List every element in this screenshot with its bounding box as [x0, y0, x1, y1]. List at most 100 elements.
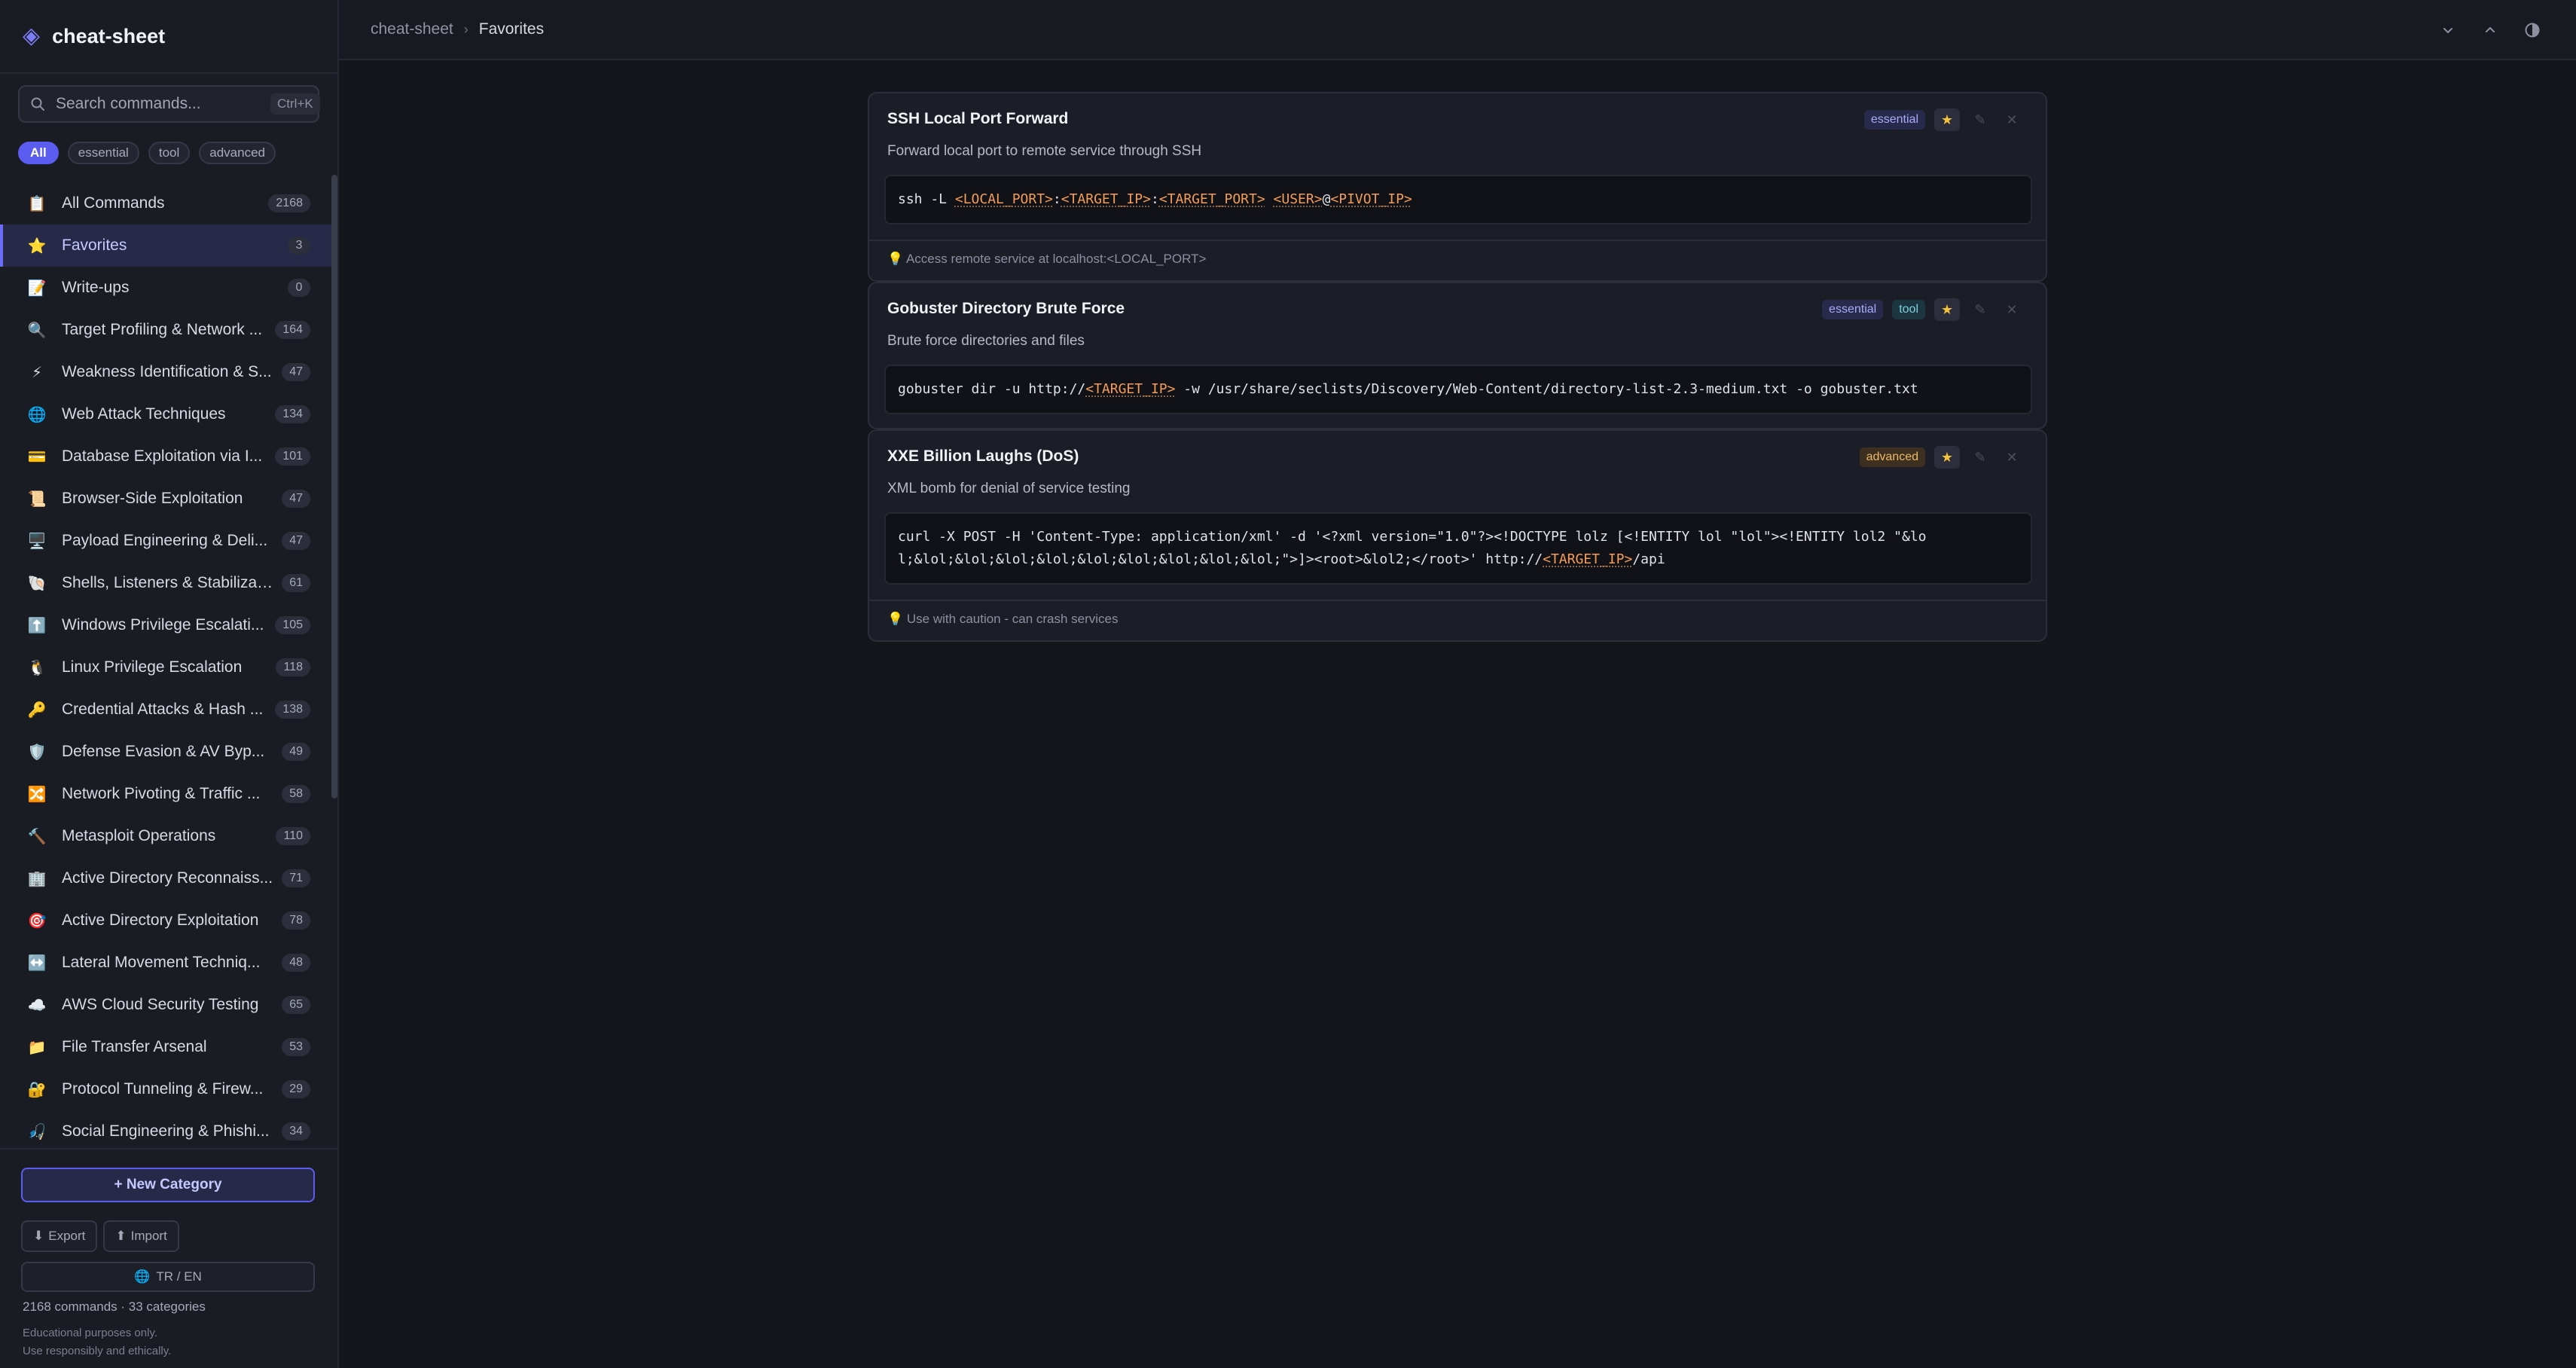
sidebar-item-label: Favorites: [62, 237, 127, 254]
expand-all-button[interactable]: [2434, 17, 2462, 44]
sidebar-item[interactable]: 🏢 Active Directory Reconnaiss... 71: [0, 857, 331, 899]
sidebar-item[interactable]: 🖥️ Payload Engineering & Deli... 47: [0, 520, 331, 562]
sidebar-item[interactable]: 🌐 Web Attack Techniques 134: [0, 393, 331, 435]
command-note: 💡 Use with caution - can crash services: [887, 612, 1119, 627]
import-button[interactable]: ⬆ Import: [103, 1220, 179, 1252]
sidebar-item[interactable]: ⭐ Favorites 3: [0, 224, 331, 267]
sidebar-item[interactable]: ☁️ AWS Cloud Security Testing 65: [0, 984, 331, 1026]
code-placeholder: <TARGET_IP>: [1543, 551, 1633, 567]
favorite-button[interactable]: ★: [1934, 446, 1960, 469]
sidebar-item-label: Credential Attacks & Hash ...: [62, 701, 264, 718]
note-text: Access remote service at localhost:<LOCA…: [905, 252, 1207, 266]
category-icon: 🖥️: [27, 533, 47, 550]
code-placeholder: <TARGET_IP>: [1061, 191, 1151, 207]
sidebar-item[interactable]: 🐚 Shells, Listeners & Stabilizat... 61: [0, 562, 331, 604]
sidebar-item-label: All Commands: [62, 194, 165, 212]
language-toggle[interactable]: 🌐 TR / EN: [21, 1262, 315, 1292]
sidebar-item-label: Lateral Movement Techniq...: [62, 954, 261, 971]
tag-badge: essential: [1822, 300, 1884, 319]
disclaimer-line: Use responsibly and ethically.: [23, 1345, 172, 1357]
export-button[interactable]: ⬇ Export: [21, 1220, 98, 1252]
count-badge: 101: [275, 447, 310, 466]
sidebar-item-label: Payload Engineering & Deli...: [62, 532, 268, 549]
disclaimer-line: Educational purposes only.: [23, 1327, 158, 1339]
brand[interactable]: ◈ cheat-sheet: [23, 21, 165, 51]
breadcrumb-root[interactable]: cheat-sheet: [371, 20, 453, 38]
app-title: cheat-sheet: [52, 24, 166, 47]
count-badge: 138: [275, 701, 310, 719]
count-badge: 0: [288, 279, 310, 297]
sidebar-item[interactable]: ↔️ Lateral Movement Techniq... 48: [0, 942, 331, 984]
filter-chip-tool[interactable]: tool: [148, 142, 191, 164]
sidebar-item[interactable]: 📜 Browser-Side Exploitation 47: [0, 478, 331, 520]
sidebar-item[interactable]: 🔑 Credential Attacks & Hash ... 138: [0, 689, 331, 731]
code-text: l;&lol;&lol;&lol;&lol;&lol;&lol;&lol;&lo…: [898, 551, 1543, 567]
category-icon: 🐧: [27, 659, 47, 676]
sidebar-scrollbar[interactable]: [331, 175, 337, 799]
count-badge: 3: [288, 237, 310, 255]
sidebar-item[interactable]: 🎯 Active Directory Exploitation 78: [0, 899, 331, 942]
sidebar-item[interactable]: 💳 Database Exploitation via I... 101: [0, 435, 331, 478]
tag-filters: All essential tool advanced: [18, 142, 276, 164]
command-code[interactable]: curl -X POST -H 'Content-Type: applicati…: [884, 512, 2032, 585]
category-icon: ↔️: [27, 954, 47, 972]
sidebar-item[interactable]: 🛡️ Defense Evasion & AV Byp... 49: [0, 731, 331, 773]
count-badge: 47: [282, 363, 310, 381]
command-code[interactable]: ssh -L <LOCAL_PORT>:<TARGET_IP>:<TARGET_…: [884, 175, 2032, 224]
sidebar-item[interactable]: 🎣 Social Engineering & Phishi... 34: [0, 1110, 331, 1148]
divider: [0, 72, 339, 74]
chevron-up-icon: [2486, 27, 2495, 32]
delete-button[interactable]: ✕: [2001, 298, 2023, 321]
edit-button[interactable]: ✎: [1969, 298, 1992, 321]
count-badge: 47: [282, 490, 310, 508]
code-text: :: [1150, 191, 1159, 207]
sidebar-item-label: Linux Privilege Escalation: [62, 658, 243, 676]
sidebar-item[interactable]: 🐧 Linux Privilege Escalation 118: [0, 646, 331, 689]
search-box[interactable]: Ctrl+K: [18, 85, 320, 123]
filter-chip-advanced[interactable]: advanced: [199, 142, 276, 164]
command-code[interactable]: gobuster dir -u http://<TARGET_IP> -w /u…: [884, 365, 2032, 414]
count-badge: 65: [282, 996, 310, 1014]
new-category-button[interactable]: + New Category: [21, 1168, 315, 1202]
sidebar-item[interactable]: ⬆️ Windows Privilege Escalati... 105: [0, 604, 331, 646]
divider: [0, 1148, 339, 1150]
divider: [869, 240, 2046, 241]
filter-chip-essential[interactable]: essential: [67, 142, 139, 164]
sidebar-item[interactable]: 🔨 Metasploit Operations 110: [0, 815, 331, 857]
sidebar-item[interactable]: 📝 Write-ups 0: [0, 267, 331, 309]
code-placeholder: <LOCAL_PORT>: [954, 191, 1053, 207]
filter-chip-all[interactable]: All: [18, 142, 59, 164]
category-icon: 🎯: [27, 912, 47, 930]
collapse-all-button[interactable]: [2477, 17, 2504, 44]
disclaimer: Educational purposes only. Use responsib…: [23, 1324, 171, 1360]
sidebar-item-label: File Transfer Arsenal: [62, 1038, 207, 1055]
count-badge: 2168: [268, 194, 310, 212]
sidebar-item-label: Protocol Tunneling & Firew...: [62, 1080, 264, 1098]
search-input[interactable]: [56, 95, 260, 113]
category-icon: 🎣: [27, 1123, 47, 1141]
theme-toggle-button[interactable]: [2519, 17, 2546, 44]
edit-button[interactable]: ✎: [1969, 108, 1992, 131]
favorite-button[interactable]: ★: [1934, 108, 1960, 131]
pencil-icon: ✎: [1974, 301, 1986, 317]
favorite-button[interactable]: ★: [1934, 298, 1960, 321]
sidebar-item[interactable]: ⚡ Weakness Identification & S... 47: [0, 351, 331, 393]
command-description: XML bomb for denial of service testing: [887, 481, 1131, 496]
sidebar-item[interactable]: 📋 All Commands 2168: [0, 182, 331, 224]
export-label: Export: [48, 1229, 86, 1243]
close-icon: ✕: [2006, 111, 2018, 127]
delete-button[interactable]: ✕: [2001, 446, 2023, 469]
sidebar-item-label: Active Directory Reconnaiss...: [62, 869, 273, 887]
category-icon: ⬆️: [27, 617, 47, 634]
sidebar-item[interactable]: 📁 File Transfer Arsenal 53: [0, 1026, 331, 1068]
sidebar-item[interactable]: 🔐 Protocol Tunneling & Firew... 29: [0, 1068, 331, 1110]
code-text: -w /usr/share/seclists/Discovery/Web-Con…: [1175, 381, 1918, 397]
count-badge: 118: [276, 658, 310, 676]
delete-button[interactable]: ✕: [2001, 108, 2023, 131]
sidebar-item[interactable]: 🔀 Network Pivoting & Traffic ... 58: [0, 773, 331, 815]
download-icon: ⬇: [33, 1229, 44, 1243]
command-note: 💡 Access remote service at localhost:<LO…: [887, 252, 1206, 267]
edit-button[interactable]: ✎: [1969, 446, 1992, 469]
sidebar-item[interactable]: 🔍 Target Profiling & Network ... 164: [0, 309, 331, 351]
card-actions: advanced ★ ✎ ✕: [1859, 446, 2023, 469]
